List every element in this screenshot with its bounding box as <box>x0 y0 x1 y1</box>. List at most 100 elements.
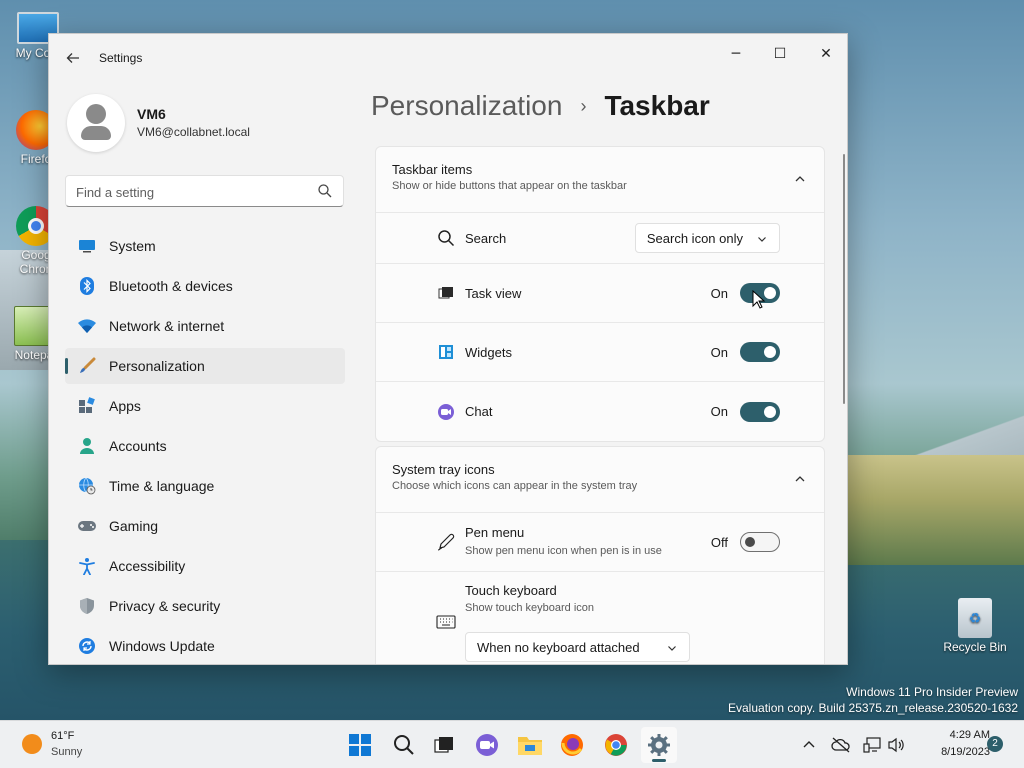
back-button[interactable] <box>61 46 85 70</box>
taskbar-settings-button[interactable] <box>641 727 677 763</box>
chevron-up-icon <box>803 741 815 748</box>
sidebar-nav: System Bluetooth & devices Network & int… <box>65 228 345 664</box>
setting-sublabel: Show pen menu icon when pen is in use <box>465 545 662 557</box>
start-button[interactable] <box>342 727 378 763</box>
sidebar-item-label: Privacy & security <box>109 598 221 614</box>
pen-menu-toggle[interactable] <box>740 532 780 552</box>
firefox-icon <box>561 734 583 756</box>
dropdown-value: Search icon only <box>646 230 743 246</box>
search-icon[interactable] <box>317 183 333 199</box>
clock-time[interactable]: 4:29 AM <box>920 729 990 741</box>
keyboard-icon <box>436 612 456 632</box>
sidebar-item-label: Bluetooth & devices <box>109 278 233 294</box>
accessibility-icon <box>77 556 97 576</box>
widgets-toggle[interactable] <box>740 342 780 362</box>
profile-name: VM6 <box>137 106 166 122</box>
sidebar-item-time-language[interactable]: Time & language <box>65 468 345 504</box>
brush-icon <box>77 356 97 376</box>
folder-icon <box>518 737 542 755</box>
clock-date[interactable]: 8/19/2023 <box>912 746 990 758</box>
sidebar-item-system[interactable]: System <box>65 228 345 264</box>
setting-row-pen-menu: Pen menu Show pen menu icon when pen is … <box>376 513 824 572</box>
taskbar-chat-button[interactable] <box>469 727 505 763</box>
chat-toggle[interactable] <box>740 401 780 422</box>
sidebar-item-windows-update[interactable]: Windows Update <box>65 628 345 664</box>
chat-icon <box>436 402 456 422</box>
touch-keyboard-dropdown[interactable]: When no keyboard attached <box>465 632 690 662</box>
gamepad-icon <box>77 516 97 536</box>
weather-condition[interactable]: Sunny <box>51 746 82 758</box>
close-button[interactable]: ✕ <box>803 40 847 68</box>
chrome-icon <box>605 734 627 756</box>
sidebar-item-accounts[interactable]: Accounts <box>65 428 345 464</box>
desktop-icon-recycle-bin[interactable]: ♻ Recycle Bin <box>940 598 1010 654</box>
sidebar-item-label: Gaming <box>109 518 159 534</box>
toggle-state-label: On <box>710 404 728 419</box>
section-title: System tray icons <box>392 462 495 477</box>
volume-button[interactable] <box>886 735 906 755</box>
sun-icon[interactable] <box>22 734 42 754</box>
setting-row-widgets: Widgets On <box>376 323 824 382</box>
watermark-line: Windows 11 Pro Insider Preview <box>846 685 1018 699</box>
dropdown-value: When no keyboard attached <box>477 639 640 655</box>
section-description: Show or hide buttons that appear on the … <box>392 180 627 192</box>
taskbar-firefox-button[interactable] <box>554 727 590 763</box>
taskbar-chrome-button[interactable] <box>598 727 634 763</box>
breadcrumb-parent[interactable]: Personalization <box>371 90 562 122</box>
setting-label: Task view <box>465 285 522 301</box>
network-icon <box>863 737 881 753</box>
task-view-icon <box>436 283 456 303</box>
task-view-icon <box>434 737 453 753</box>
toggle-state-label: Off <box>710 534 728 550</box>
sidebar-item-gaming[interactable]: Gaming <box>65 508 345 544</box>
search-mode-dropdown[interactable]: Search icon only <box>634 223 780 253</box>
sidebar-item-accessibility[interactable]: Accessibility <box>65 548 345 584</box>
monitor-icon <box>77 236 97 256</box>
sidebar-item-apps[interactable]: Apps <box>65 388 345 424</box>
taskbar-search-button[interactable] <box>386 727 422 763</box>
avatar-body <box>81 126 111 140</box>
maximize-button[interactable]: ☐ <box>757 40 803 68</box>
app-title: Settings <box>99 51 143 65</box>
setting-sublabel: Show touch keyboard icon <box>465 602 595 614</box>
sidebar-item-personalization[interactable]: Personalization <box>65 348 345 384</box>
network-status-button[interactable] <box>862 735 882 755</box>
breadcrumb: Personalization › Taskbar <box>371 90 710 122</box>
shield-icon <box>77 596 97 616</box>
cloud-offline-icon <box>831 737 850 753</box>
setting-row-search: Search Search icon only <box>376 213 824 264</box>
find-setting-search[interactable] <box>65 175 344 207</box>
desktop-icon-label: Recycle Bin <box>943 640 1007 654</box>
taskbar-items-header[interactable]: Taskbar items Show or hide buttons that … <box>376 147 824 213</box>
avatar-head <box>86 104 106 124</box>
person-icon <box>77 436 97 456</box>
gear-icon <box>648 734 670 756</box>
page-title: Taskbar <box>604 90 710 121</box>
onedrive-status-button[interactable] <box>831 735 851 755</box>
sidebar-item-network[interactable]: Network & internet <box>65 308 345 344</box>
taskbar-task-view-button[interactable] <box>426 727 462 763</box>
taskbar-file-explorer-button[interactable] <box>512 727 548 763</box>
search-input[interactable] <box>76 182 306 202</box>
sidebar-item-bluetooth[interactable]: Bluetooth & devices <box>65 268 345 304</box>
sidebar-item-label: Personalization <box>109 358 205 374</box>
watermark-line: Evaluation copy. Build 25375.zn_release.… <box>728 701 1018 715</box>
chevron-up-icon[interactable] <box>794 473 806 485</box>
minimize-button[interactable]: ─ <box>713 40 759 68</box>
chevron-up-icon[interactable] <box>794 173 806 185</box>
sidebar-item-privacy-security[interactable]: Privacy & security <box>65 588 345 624</box>
update-icon <box>77 636 97 656</box>
title-bar[interactable]: Settings ─ ☐ ✕ <box>49 34 847 82</box>
setting-row-chat: Chat On <box>376 382 824 441</box>
toggle-state-label: On <box>710 344 728 360</box>
content-scrollbar[interactable] <box>843 154 845 404</box>
arrow-left-icon <box>66 53 79 63</box>
taskbar: 61°F Sunny 4:29 AM 8/19/2023 2 <box>0 720 1024 768</box>
system-tray-section: System tray icons Choose which icons can… <box>375 446 825 664</box>
show-hidden-icons-button[interactable] <box>799 735 819 755</box>
notification-count-badge[interactable]: 2 <box>987 736 1003 752</box>
avatar[interactable] <box>67 94 125 152</box>
weather-temperature[interactable]: 61°F <box>51 730 74 742</box>
system-tray-header[interactable]: System tray icons Choose which icons can… <box>376 447 824 513</box>
speaker-icon <box>888 737 904 753</box>
